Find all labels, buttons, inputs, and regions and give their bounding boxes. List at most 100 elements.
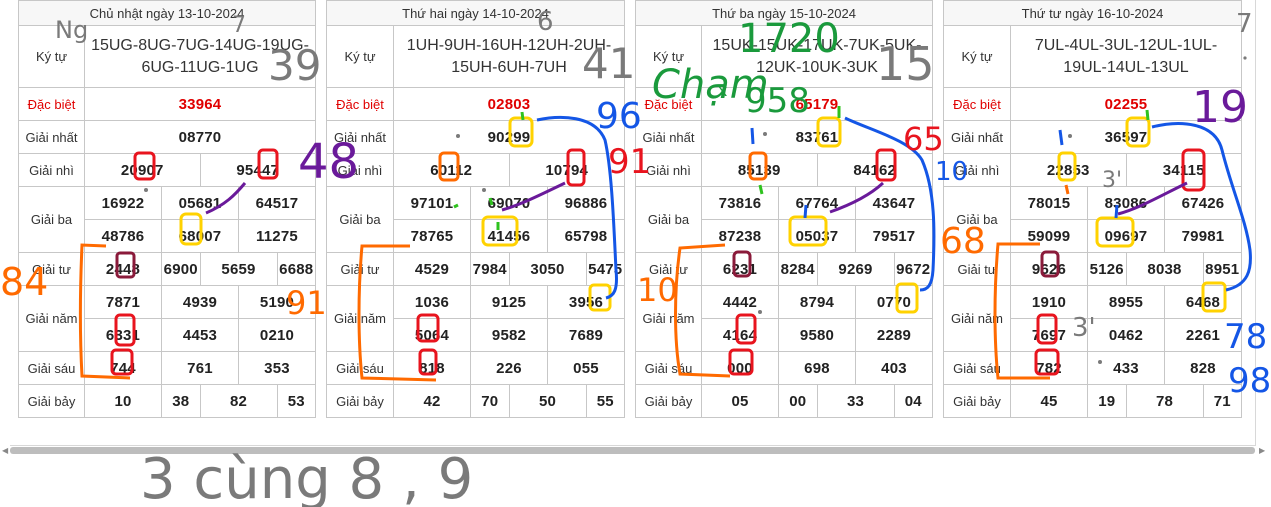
fifth-prize: 8955 — [1087, 285, 1165, 319]
seventh-label: Giải bảy — [943, 384, 1011, 418]
sixth-prize: 828 — [1164, 351, 1242, 385]
fourth-label: Giải tư — [326, 252, 394, 286]
sixth-label: Giải sáu — [326, 351, 394, 385]
fifth-prize: 6468 — [1164, 285, 1242, 319]
seventh-prize: 78 — [1125, 384, 1204, 418]
fifth-prize: 7697 — [1010, 318, 1088, 352]
third-prize: 05037 — [778, 219, 856, 253]
sixth-prize: 433 — [1087, 351, 1165, 385]
seventh-label: Giải bảy — [635, 384, 702, 418]
fifth-prize: 8794 — [778, 285, 856, 319]
third-prize: 97101 — [393, 186, 471, 220]
third-prize: 79517 — [855, 219, 933, 253]
second-label: Giải nhì — [18, 153, 85, 187]
scroll-left-arrow-icon[interactable]: ◀ — [2, 446, 8, 455]
fifth-prize: 0462 — [1087, 318, 1165, 352]
first-label: Giải nhất — [326, 120, 394, 154]
second-prize: 10794 — [508, 153, 625, 187]
fourth-prize: 3050 — [508, 252, 587, 286]
sixth-prize: 761 — [161, 351, 239, 385]
first-prize: 08770 — [84, 120, 316, 154]
scroll-right-arrow-icon[interactable]: ▶ — [1259, 446, 1265, 455]
fourth-prize: 6688 — [276, 252, 316, 286]
sixth-label: Giải sáu — [635, 351, 702, 385]
first-label: Giải nhất — [943, 120, 1011, 154]
seventh-prize: 53 — [276, 384, 316, 418]
third-prize: 87238 — [701, 219, 779, 253]
seventh-prize: 10 — [84, 384, 162, 418]
code-value: 15UG-8UG-7UG-14UG-19UG-6UG-11UG-1UG — [84, 25, 316, 88]
second-label: Giải nhì — [635, 153, 702, 187]
seventh-prize: 04 — [893, 384, 933, 418]
result-table-day-4: Thứ tư ngày 16-10-2024 Ký tự 7UL-4UL-3UL-… — [943, 0, 1242, 418]
third-prize: 67764 — [778, 186, 856, 220]
fifth-prize: 3956 — [547, 285, 625, 319]
first-label: Giải nhất — [635, 120, 702, 154]
second-prize: 95447 — [199, 153, 316, 187]
third-prize: 48786 — [84, 219, 162, 253]
fifth-prize: 4939 — [161, 285, 239, 319]
fourth-prize: 9269 — [816, 252, 895, 286]
sixth-prize: 055 — [547, 351, 625, 385]
third-prize: 78015 — [1010, 186, 1088, 220]
third-prize: 78765 — [393, 219, 471, 253]
first-prize: 90299 — [393, 120, 625, 154]
fourth-prize: 4529 — [393, 252, 471, 286]
seventh-prize: 71 — [1202, 384, 1242, 418]
fourth-prize: 6900 — [161, 252, 201, 286]
sixth-prize: 403 — [855, 351, 933, 385]
fifth-prize: 4442 — [701, 285, 779, 319]
fifth-prize: 5190 — [238, 285, 316, 319]
fourth-prize: 8284 — [778, 252, 818, 286]
sixth-prize: 000 — [701, 351, 779, 385]
seventh-prize: 45 — [1010, 384, 1088, 418]
fifth-prize: 0770 — [855, 285, 933, 319]
result-table-day-2: Thứ hai ngày 14-10-2024 Ký tự 1UH-9UH-16U… — [326, 0, 625, 418]
seventh-prize: 55 — [585, 384, 625, 418]
fifth-prize: 6331 — [84, 318, 162, 352]
seventh-label: Giải bảy — [18, 384, 85, 418]
third-prize: 79981 — [1164, 219, 1242, 253]
seventh-prize: 42 — [393, 384, 471, 418]
code-value: 1UH-9UH-16UH-12UH-2UH-15UH-6UH-7UH — [393, 25, 625, 88]
fourth-prize: 5475 — [585, 252, 625, 286]
code-value: 15UK-15UK-17UK-7UK-5UK-12UK-10UK-3UK — [701, 25, 933, 88]
sixth-prize: 353 — [238, 351, 316, 385]
seventh-prize: 82 — [199, 384, 278, 418]
fifth-prize: 4164 — [701, 318, 779, 352]
special-prize: 65179 — [701, 87, 933, 121]
first-prize: 36597 — [1010, 120, 1242, 154]
code-label: Ký tự — [943, 25, 1011, 88]
horizontal-scrollbar[interactable] — [10, 447, 1255, 454]
code-label: Ký tự — [635, 25, 702, 88]
second-label: Giải nhì — [943, 153, 1011, 187]
fifth-prize: 5064 — [393, 318, 471, 352]
sixth-prize: 744 — [84, 351, 162, 385]
result-table-day-1: Chủ nhật ngày 13-10-2024 Ký tự 15UG-8UG-7… — [18, 0, 316, 418]
second-label: Giải nhì — [326, 153, 394, 187]
fourth-prize: 8951 — [1202, 252, 1242, 286]
fifth-label: Giải năm — [326, 285, 394, 352]
fifth-label: Giải năm — [943, 285, 1011, 352]
fourth-prize: 7984 — [470, 252, 510, 286]
third-label: Giải ba — [635, 186, 702, 253]
third-prize: 65798 — [547, 219, 625, 253]
seventh-label: Giải bảy — [326, 384, 394, 418]
fifth-prize: 7689 — [547, 318, 625, 352]
sixth-label: Giải sáu — [18, 351, 85, 385]
seventh-prize: 70 — [470, 384, 510, 418]
special-label: Đặc biệt — [326, 87, 394, 121]
second-prize: 22853 — [1010, 153, 1127, 187]
date-header: Thứ hai ngày 14-10-2024 — [326, 0, 625, 26]
fourth-prize: 9626 — [1010, 252, 1088, 286]
fourth-prize: 2448 — [84, 252, 162, 286]
third-prize: 16922 — [84, 186, 162, 220]
fifth-label: Giải năm — [18, 285, 85, 352]
note-bottom: 3 cùng 8 , 9 — [140, 447, 473, 507]
third-prize: 43647 — [855, 186, 933, 220]
sixth-prize: 698 — [778, 351, 856, 385]
third-prize: 96886 — [547, 186, 625, 220]
third-prize: 69070 — [470, 186, 548, 220]
fourth-prize: 9672 — [893, 252, 933, 286]
third-prize: 73816 — [701, 186, 779, 220]
